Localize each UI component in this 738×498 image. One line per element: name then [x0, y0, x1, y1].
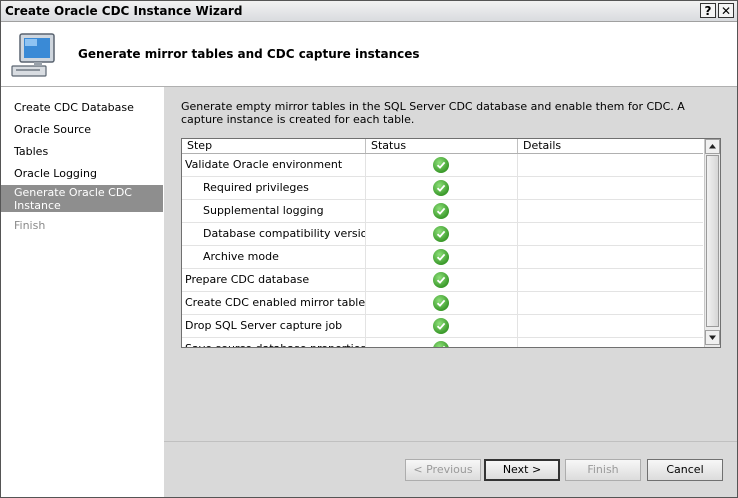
title-bar: Create Oracle CDC Instance Wizard ? ✕ [1, 1, 737, 22]
scroll-up-button[interactable] [705, 139, 720, 154]
table-row[interactable]: Supplemental logging [182, 200, 703, 223]
window-title: Create Oracle CDC Instance Wizard [5, 4, 243, 18]
step-cell: Archive mode [182, 246, 366, 268]
table-row[interactable]: Archive mode [182, 246, 703, 269]
details-cell [518, 223, 703, 245]
step-cell: Create CDC enabled mirror tables [182, 292, 366, 314]
status-cell [366, 177, 518, 199]
column-header-step[interactable]: Step [182, 139, 366, 153]
arrow-down-icon [709, 335, 716, 340]
status-cell [366, 200, 518, 222]
details-cell [518, 269, 703, 291]
column-header-status[interactable]: Status [366, 139, 518, 153]
details-cell [518, 315, 703, 337]
wizard-header: Generate mirror tables and CDC capture i… [1, 22, 737, 87]
next-button[interactable]: Next > [484, 459, 560, 481]
nav-item-label-line2: Instance [14, 199, 61, 212]
success-check-icon [433, 249, 449, 265]
step-cell: Save source database properties [182, 338, 366, 347]
previous-button[interactable]: < Previous [405, 459, 481, 481]
success-check-icon [433, 318, 449, 334]
success-check-icon [433, 341, 449, 347]
column-header-details[interactable]: Details [518, 139, 703, 153]
table-row[interactable]: Required privileges [182, 177, 703, 200]
nav-item-generate-oracle-cdc-instance[interactable]: Generate Oracle CDC Instance [1, 185, 163, 212]
help-button[interactable]: ? [700, 3, 716, 18]
success-check-icon [433, 295, 449, 311]
steps-grid: Step Status Details Validate Oracle envi… [181, 138, 721, 348]
details-cell [518, 177, 703, 199]
step-cell: Prepare CDC database [182, 269, 366, 291]
success-check-icon [433, 203, 449, 219]
page-title: Generate mirror tables and CDC capture i… [78, 47, 420, 61]
step-cell: Supplemental logging [182, 200, 366, 222]
table-row[interactable]: Prepare CDC database [182, 269, 703, 292]
nav-item-create-cdc-database[interactable]: Create CDC Database [1, 101, 163, 114]
table-row[interactable]: Save source database properties [182, 338, 703, 347]
status-cell [366, 246, 518, 268]
scroll-thumb[interactable] [706, 155, 719, 327]
wizard-window: Create Oracle CDC Instance Wizard ? ✕ Ge… [0, 0, 738, 498]
status-cell [366, 154, 518, 176]
scroll-down-button[interactable] [705, 330, 720, 345]
close-button[interactable]: ✕ [718, 3, 734, 18]
step-cell: Required privileges [182, 177, 366, 199]
grid-header: Step Status Details [182, 139, 703, 154]
details-cell [518, 246, 703, 268]
table-row[interactable]: Create CDC enabled mirror tables [182, 292, 703, 315]
vertical-scrollbar[interactable] [704, 139, 720, 347]
arrow-up-icon [709, 144, 716, 149]
step-cell: Drop SQL Server capture job [182, 315, 366, 337]
nav-item-finish: Finish [14, 219, 46, 232]
details-cell [518, 338, 703, 347]
success-check-icon [433, 157, 449, 173]
status-cell [366, 269, 518, 291]
nav-item-label-line1: Generate Oracle CDC [14, 186, 132, 199]
nav-item-oracle-logging[interactable]: Oracle Logging [1, 167, 163, 180]
table-row[interactable]: Validate Oracle environment [182, 154, 703, 177]
computer-monitor-icon [10, 32, 60, 80]
wizard-footer: < Previous Next > Finish Cancel [164, 441, 737, 497]
status-cell [366, 338, 518, 347]
nav-item-oracle-source[interactable]: Oracle Source [1, 123, 163, 136]
nav-item-tables[interactable]: Tables [1, 145, 163, 158]
success-check-icon [433, 226, 449, 242]
status-cell [366, 292, 518, 314]
status-cell [366, 223, 518, 245]
grid-rows: Validate Oracle environment Required priv… [182, 154, 703, 347]
details-cell [518, 200, 703, 222]
table-row[interactable]: Drop SQL Server capture job [182, 315, 703, 338]
content-panel: Generate empty mirror tables in the SQL … [164, 87, 737, 441]
step-cell: Validate Oracle environment [182, 154, 366, 176]
success-check-icon [433, 180, 449, 196]
details-cell [518, 292, 703, 314]
step-cell: Database compatibility version [182, 223, 366, 245]
cancel-button[interactable]: Cancel [647, 459, 723, 481]
details-cell [518, 154, 703, 176]
success-check-icon [433, 272, 449, 288]
wizard-nav: Create CDC Database Oracle Source Tables… [1, 87, 163, 497]
status-cell [366, 315, 518, 337]
table-row[interactable]: Database compatibility version [182, 223, 703, 246]
finish-button[interactable]: Finish [565, 459, 641, 481]
page-description: Generate empty mirror tables in the SQL … [181, 100, 685, 126]
